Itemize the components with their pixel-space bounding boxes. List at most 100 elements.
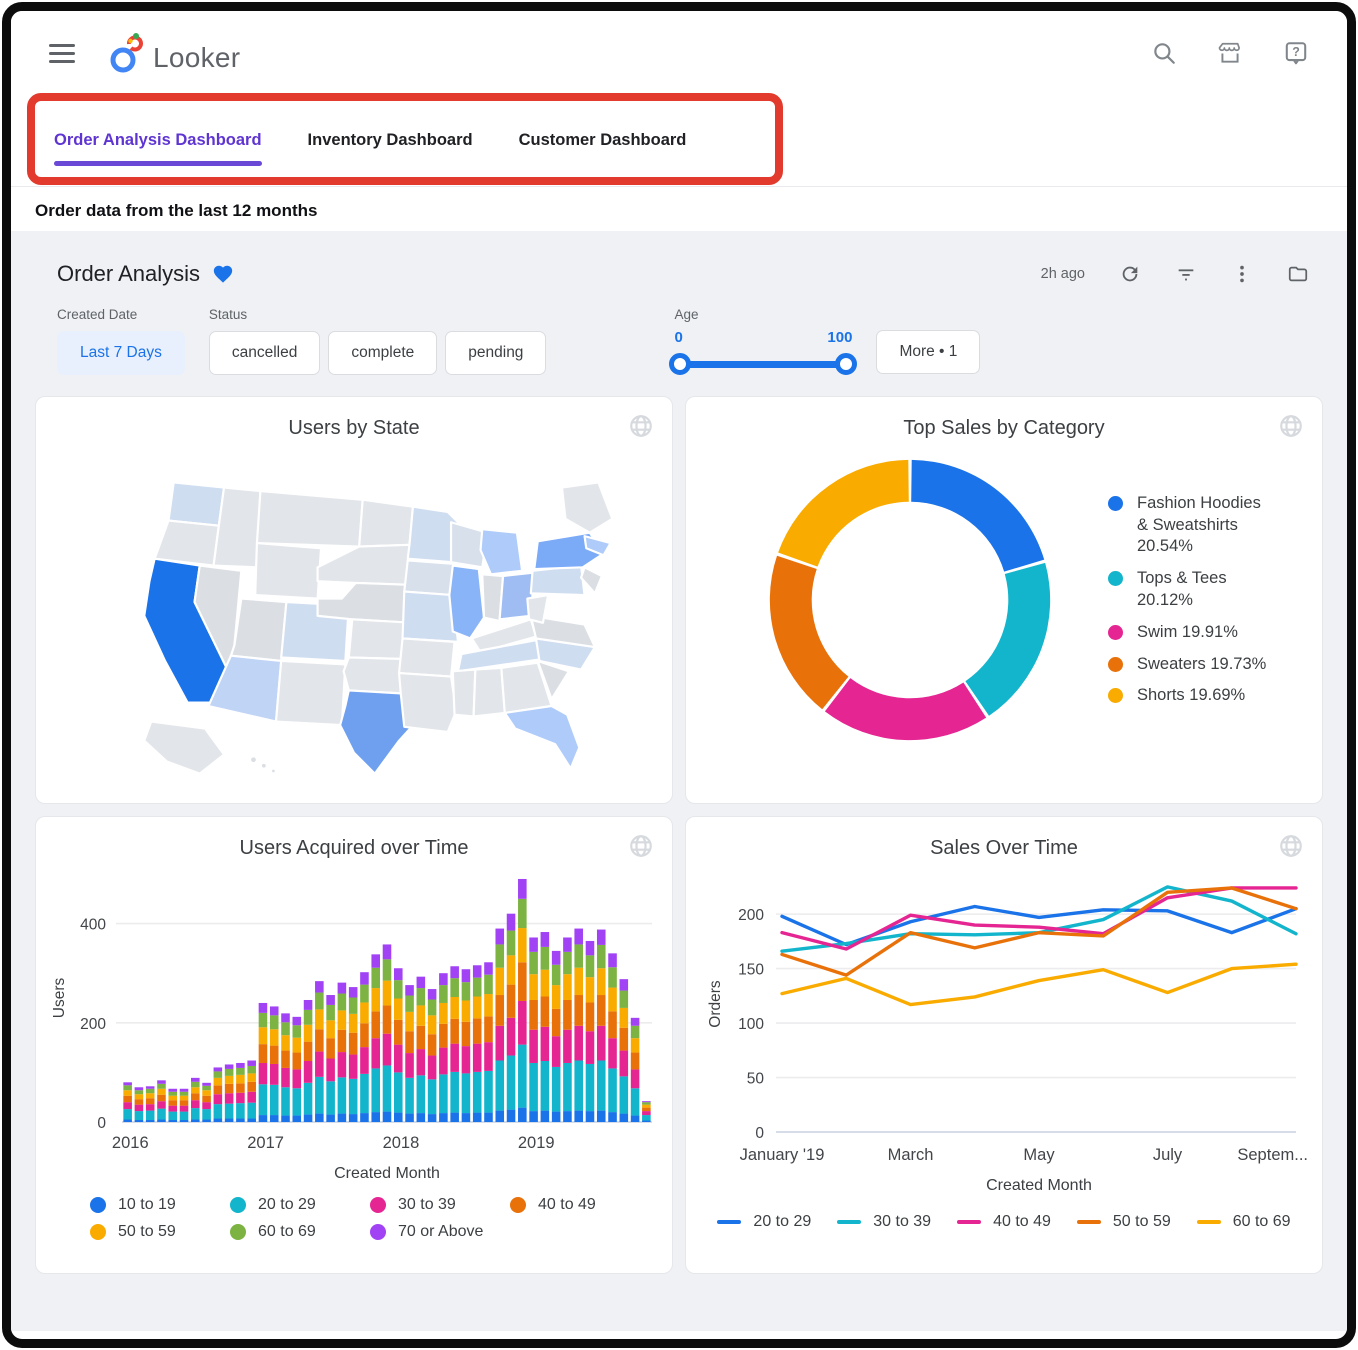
bar-segment[interactable] [405,985,414,995]
bar-segment[interactable] [405,996,414,1012]
bar-segment[interactable] [225,1093,234,1103]
bar-segment[interactable] [383,959,392,980]
bar-segment[interactable] [202,1090,211,1095]
state-maine-new-england[interactable] [562,482,612,532]
bar-segment[interactable] [259,1013,268,1027]
bar-segment[interactable] [191,1108,200,1119]
bar-segment[interactable] [168,1092,177,1096]
bar-segment[interactable] [293,1088,302,1115]
bar-segment[interactable] [586,1031,595,1064]
bar-segment[interactable] [315,1077,324,1114]
state-louisiana[interactable] [399,673,456,732]
bar-segment[interactable] [281,1068,290,1087]
bar-segment[interactable] [552,951,561,965]
bar-segment[interactable] [518,928,527,962]
bar-segment[interactable] [473,1072,482,1113]
kebab-menu-icon[interactable] [1231,263,1253,285]
bar-segment[interactable] [349,998,358,1014]
bar-segment[interactable] [304,1083,313,1115]
bar-segment[interactable] [214,1119,223,1122]
bar-segment[interactable] [146,1098,155,1104]
bar-segment[interactable] [518,1045,527,1108]
bar-segment[interactable] [259,1115,268,1122]
bar-segment[interactable] [507,955,516,984]
bar-segment[interactable] [168,1120,177,1122]
bar-segment[interactable] [586,1002,595,1031]
bar-segment[interactable] [608,1038,617,1068]
bar-segment[interactable] [620,1076,629,1113]
bar-segment[interactable] [191,1120,200,1122]
bar-segment[interactable] [202,1102,211,1109]
bar-segment[interactable] [631,1026,640,1038]
bar-segment[interactable] [191,1078,200,1082]
bar-segment[interactable] [371,954,380,967]
bar-segment[interactable] [597,930,606,945]
bar-segment[interactable] [247,1082,256,1092]
bar-segment[interactable] [247,1119,256,1122]
bar-segment[interactable] [552,965,561,985]
state-utah[interactable] [231,599,286,661]
bar-segment[interactable] [157,1089,166,1095]
bar-segment[interactable] [259,1027,268,1044]
bar-segment[interactable] [450,1019,459,1044]
bar-segment[interactable] [202,1083,211,1086]
bar-segment[interactable] [259,1063,268,1084]
bar-segment[interactable] [563,937,572,951]
legend-item[interactable]: Swim 19.91% [1108,622,1266,644]
bar-segment[interactable] [574,995,583,1026]
bar-segment[interactable] [450,1113,459,1122]
bar-segment[interactable] [247,1103,256,1119]
status-complete-chip[interactable]: complete [328,331,437,375]
bar-segment[interactable] [236,1083,245,1092]
tab-inventory-dashboard[interactable]: Inventory Dashboard [308,107,473,174]
bar-segment[interactable] [495,1111,504,1122]
bar-segment[interactable] [338,1030,347,1052]
bar-segment[interactable] [214,1067,223,1071]
bar-segment[interactable] [157,1080,166,1083]
donut-chart[interactable] [764,454,1056,746]
bar-segment[interactable] [236,1119,245,1122]
bar-segment[interactable] [236,1068,245,1075]
bar-segment[interactable] [518,879,527,899]
bar-segment[interactable] [326,1115,335,1122]
bar-segment[interactable] [225,1084,234,1093]
legend-item[interactable]: 60 to 69 [230,1223,370,1241]
state-arkansas[interactable] [399,638,454,676]
bar-segment[interactable] [281,1022,290,1035]
bar-segment[interactable] [518,1001,527,1045]
bar-segment[interactable] [518,962,527,1001]
bar-segment[interactable] [563,1111,572,1122]
bar-segment[interactable] [326,1081,335,1114]
line-chart[interactable]: 050100150200January '19MarchMayJulySepte… [694,860,1314,1205]
bar-segment[interactable] [146,1093,155,1098]
bar-segment[interactable] [597,945,606,968]
bar-segment[interactable] [586,977,595,1002]
bar-segment[interactable] [507,1110,516,1122]
bar-segment[interactable] [405,1053,414,1078]
bar-segment[interactable] [315,1114,324,1122]
bar-segment[interactable] [146,1089,155,1093]
bar-segment[interactable] [236,1075,245,1083]
bar-segment[interactable] [315,981,324,992]
bar-segment[interactable] [428,1114,437,1122]
bar-segment[interactable] [439,985,448,1003]
bar-segment[interactable] [214,1071,223,1077]
bar-segment[interactable] [484,975,493,994]
bar-segment[interactable] [270,1115,279,1122]
bar-segment[interactable] [529,937,538,951]
bar-segment[interactable] [484,1016,493,1042]
bar-segment[interactable] [383,1034,392,1066]
bar-segment[interactable] [135,1094,144,1099]
bar-segment[interactable] [270,1029,279,1045]
bar-segment[interactable] [518,1108,527,1122]
bar-segment[interactable] [247,1073,256,1081]
state-south-dakota[interactable] [318,545,410,585]
status-cancelled-chip[interactable]: cancelled [209,331,321,375]
bar-segment[interactable] [597,1060,606,1110]
bar-segment[interactable] [146,1111,155,1120]
bar-segment[interactable] [360,1023,369,1047]
state-florida[interactable] [505,706,580,768]
bar-segment[interactable] [439,1048,448,1075]
bar-segment[interactable] [563,974,572,1000]
donut-slice[interactable] [770,556,849,710]
